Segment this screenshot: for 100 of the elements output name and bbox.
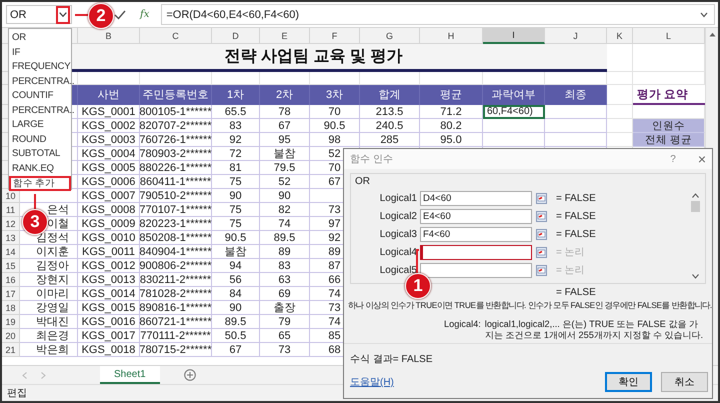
table-cell: 63 xyxy=(260,273,310,287)
table-cell: KGS_0002 xyxy=(78,119,140,133)
table-cell: 75 xyxy=(212,175,260,189)
table-cell: 72 xyxy=(212,147,260,161)
table-cell: KGS_0007 xyxy=(78,189,140,203)
table-cell: 900806-2****** xyxy=(140,259,212,273)
argument-label: Logical5 xyxy=(378,264,417,276)
table-cell: 67 xyxy=(212,343,260,357)
table-cell: 820707-2****** xyxy=(140,119,212,133)
table-cell: 이마리 xyxy=(20,287,78,301)
table-cell: 780903-2****** xyxy=(140,147,212,161)
table-cell: 790510-2****** xyxy=(140,189,212,203)
table-cell: KGS_0006 xyxy=(78,175,140,189)
table-cell: 84 xyxy=(212,287,260,301)
table-cell: 불참 xyxy=(260,147,310,161)
table-cell: KGS_0016 xyxy=(78,315,140,329)
table-cell: KGS_0004 xyxy=(78,147,140,161)
table-cell: 75 xyxy=(212,203,260,217)
formula-text: =OR(D4<60,E4<60,F4<60) xyxy=(166,8,300,20)
table-cell: 67 xyxy=(260,119,310,133)
table-cell: KGS_0012 xyxy=(78,259,140,273)
table-cell: 213.5 xyxy=(360,105,420,119)
table-cell: 89.5 xyxy=(212,315,260,329)
summary-heading: 평가 요약 xyxy=(633,85,705,105)
table-cell: 75 xyxy=(212,217,260,231)
status-text: 편집 xyxy=(7,387,27,400)
table-cell: 강영일 xyxy=(20,301,78,315)
table-cell: KGS_0015 xyxy=(78,301,140,315)
table-cell: 90 xyxy=(212,301,260,315)
table-cell: 90 xyxy=(260,189,310,203)
table-cell: 95 xyxy=(260,133,310,147)
table-cell: 65.5 xyxy=(212,105,260,119)
table-cell: 780715-2****** xyxy=(140,343,212,357)
table-cell: 50.5 xyxy=(212,329,260,343)
argument-result: = FALSE xyxy=(555,228,597,240)
table-cell: 240.5 xyxy=(360,119,420,133)
column-heading: 합계 xyxy=(360,85,420,105)
table-cell: 78 xyxy=(260,105,310,119)
table-cell: 94 xyxy=(212,259,260,273)
argument-result: = FALSE xyxy=(555,192,597,204)
name-box-text: OR xyxy=(10,8,26,20)
column-heading: 주민등록번호 xyxy=(140,85,212,105)
summary-label: 전체 평균 xyxy=(633,133,705,147)
table-cell: 770111-2****** xyxy=(140,329,212,343)
table-cell: 출장 xyxy=(260,301,310,315)
table-cell: 90.5 xyxy=(212,231,260,245)
argument-result: = FALSE xyxy=(555,210,597,222)
table-cell: 80.2 xyxy=(420,119,483,133)
column-heading: 과락여부 xyxy=(483,85,545,105)
argument-label: Logical2 xyxy=(378,210,417,222)
formula-result: 수식 결과= FALSE xyxy=(344,343,712,370)
table-cell: 781028-2****** xyxy=(140,287,212,301)
table-cell: 89.5 xyxy=(260,231,310,245)
table-cell: 98 xyxy=(310,133,360,147)
table-cell: 73 xyxy=(260,343,310,357)
table-cell: 90 xyxy=(212,189,260,203)
argument-description: logical1,logical2,... 은(는) TRUE 또는 FALSE 값을 가지는 조건으로 1개에서 255개까지 지정할 수 있습니다. xyxy=(484,319,704,341)
table-cell: 81 xyxy=(212,161,260,175)
argument-result: = 논리 xyxy=(555,246,586,259)
table-cell: 285 xyxy=(360,133,420,147)
table-cell: 79 xyxy=(260,315,310,329)
table-cell: KGS_0013 xyxy=(78,273,140,287)
argument-label: Logical3 xyxy=(378,228,417,240)
table-cell: KGS_0001 xyxy=(78,105,140,119)
table-cell: 박은희 xyxy=(20,343,78,357)
table-cell: 56 xyxy=(212,273,260,287)
table-cell: KGS_0010 xyxy=(78,231,140,245)
table-cell: 82 xyxy=(260,203,310,217)
table-cell: 69 xyxy=(260,287,310,301)
table-cell: 800105-1****** xyxy=(140,105,212,119)
argument-label: Logical1 xyxy=(378,192,417,204)
table-cell: 최은경 xyxy=(20,329,78,343)
table-cell: 89 xyxy=(260,245,310,259)
table-cell: 860721-1****** xyxy=(140,315,212,329)
table-cell: 65 xyxy=(260,329,310,343)
overall-result: = FALSE xyxy=(555,287,597,298)
table-cell: 860411-1****** xyxy=(140,175,212,189)
table-cell: 70 xyxy=(310,105,360,119)
column-heading: 2차 xyxy=(260,85,310,105)
table-cell: 770107-1****** xyxy=(140,203,212,217)
table-cell: 이지훈 xyxy=(20,245,78,259)
table-cell: KGS_0018 xyxy=(78,343,140,357)
argument-name: Logical4: xyxy=(444,319,481,331)
table-cell: 880226-1****** xyxy=(140,161,212,175)
table-cell: 890816-1****** xyxy=(140,301,212,315)
table-cell: 90.5 xyxy=(310,119,360,133)
table-cell: 74 xyxy=(260,217,310,231)
table-cell: 760726-1****** xyxy=(140,133,212,147)
table-cell: 장현지 xyxy=(20,273,78,287)
table-cell: 김정아 xyxy=(20,259,78,273)
table-cell: 83 xyxy=(260,259,310,273)
table-cell: KGS_0014 xyxy=(78,287,140,301)
table-cell: 820223-1****** xyxy=(140,217,212,231)
table-cell: KGS_0008 xyxy=(78,203,140,217)
argument-result: = 논리 xyxy=(555,264,586,277)
table-cell: 83 xyxy=(212,119,260,133)
table-cell: KGS_0011 xyxy=(78,245,140,259)
column-heading: 평균 xyxy=(420,85,483,105)
table-cell: 830211-2****** xyxy=(140,273,212,287)
column-heading: 최종 xyxy=(545,85,607,105)
